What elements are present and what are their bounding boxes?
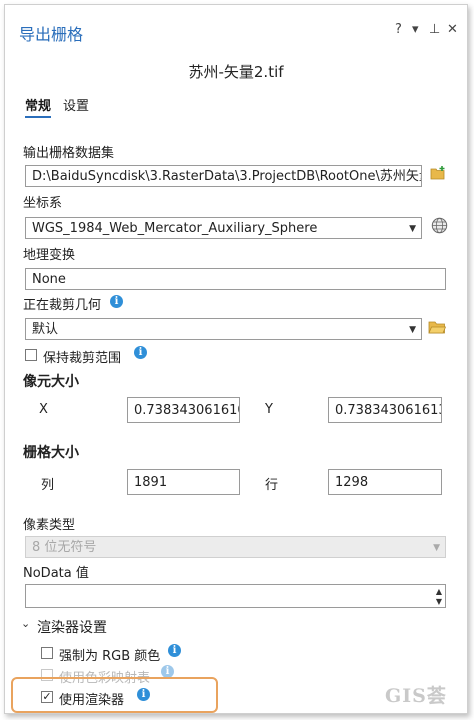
renderer-settings-label[interactable]: 渲染器设置 bbox=[37, 617, 107, 637]
export-raster-pane: 导出栅格 ? ▾ ⊥ ✕ 苏州-矢量2.tif 常规 设置 输出栅格数据集 D:… bbox=[4, 4, 468, 714]
keep-clip-extent-label: 保持裁剪范围 bbox=[43, 351, 122, 366]
chevron-down-icon: ▼ bbox=[433, 543, 440, 553]
nodata-label: NoData 值 bbox=[23, 566, 89, 581]
chevron-down-icon[interactable]: ⌄ bbox=[21, 617, 30, 630]
force-rgb-label: 强制为 RGB 颜色 bbox=[59, 649, 161, 664]
globe-icon[interactable] bbox=[431, 217, 448, 234]
columns-label: 列 bbox=[41, 478, 55, 493]
pin-icon[interactable]: ⊥ bbox=[429, 22, 440, 37]
add-folder-icon[interactable] bbox=[430, 165, 446, 181]
chevron-down-icon: ▼ bbox=[409, 325, 416, 335]
menu-dropdown-icon[interactable]: ▾ bbox=[412, 22, 419, 37]
folder-icon[interactable] bbox=[428, 319, 447, 335]
close-icon[interactable]: ✕ bbox=[447, 22, 458, 37]
pixel-type-dropdown: 8 位无符号 ▼ bbox=[25, 536, 446, 558]
raster-layer-title: 苏州-矢量2.tif bbox=[188, 63, 284, 81]
cell-size-y-field[interactable]: 0.738343061613 bbox=[328, 397, 442, 423]
coord-system-label: 坐标系 bbox=[23, 196, 63, 211]
tab-settings[interactable]: 设置 bbox=[63, 95, 89, 114]
info-icon[interactable]: i bbox=[134, 346, 147, 359]
rows-label: 行 bbox=[265, 478, 279, 493]
spin-down-icon[interactable]: ▼ bbox=[436, 598, 442, 606]
cell-size-section-label: 像元大小 bbox=[23, 374, 79, 390]
keep-clip-extent-checkbox[interactable] bbox=[25, 349, 37, 361]
cell-size-y-label: Y bbox=[265, 402, 273, 417]
clip-geometry-label: 正在裁剪几何 bbox=[23, 298, 102, 313]
nodata-field[interactable]: ▲ ▼ bbox=[25, 584, 446, 608]
pane-title: 导出栅格 bbox=[19, 25, 84, 44]
pixel-type-label: 像素类型 bbox=[23, 518, 76, 533]
cell-size-x-field[interactable]: 0.738343061610 bbox=[127, 397, 240, 423]
highlight-box bbox=[11, 677, 218, 713]
output-raster-label: 输出栅格数据集 bbox=[23, 146, 115, 161]
clip-geometry-dropdown[interactable]: 默认 ▼ bbox=[25, 318, 422, 340]
info-icon[interactable]: i bbox=[110, 295, 123, 308]
force-rgb-checkbox[interactable] bbox=[41, 647, 53, 659]
pixel-type-value: 8 位无符号 bbox=[32, 540, 97, 555]
chevron-down-icon: ▼ bbox=[409, 224, 416, 234]
tab-general[interactable]: 常规 bbox=[25, 95, 52, 118]
help-icon[interactable]: ? bbox=[395, 22, 402, 37]
geo-transform-label: 地理变换 bbox=[23, 248, 76, 263]
watermark: GIS荟 bbox=[385, 685, 447, 707]
coord-system-value: WGS_1984_Web_Mercator_Auxiliary_Sphere bbox=[32, 221, 318, 236]
info-icon[interactable]: i bbox=[168, 644, 181, 657]
raster-size-section-label: 栅格大小 bbox=[23, 445, 79, 461]
cell-size-x-label: X bbox=[39, 402, 48, 417]
spin-up-icon[interactable]: ▲ bbox=[436, 588, 442, 596]
clip-geometry-value: 默认 bbox=[32, 322, 59, 337]
coord-system-dropdown[interactable]: WGS_1984_Web_Mercator_Auxiliary_Sphere ▼ bbox=[25, 217, 422, 239]
columns-field[interactable]: 1891 bbox=[127, 469, 240, 495]
geo-transform-field[interactable]: None bbox=[25, 268, 446, 290]
rows-field[interactable]: 1298 bbox=[328, 469, 442, 495]
output-raster-field[interactable]: D:\BaiduSyncdisk\3.RasterData\3.ProjectD… bbox=[25, 165, 422, 187]
